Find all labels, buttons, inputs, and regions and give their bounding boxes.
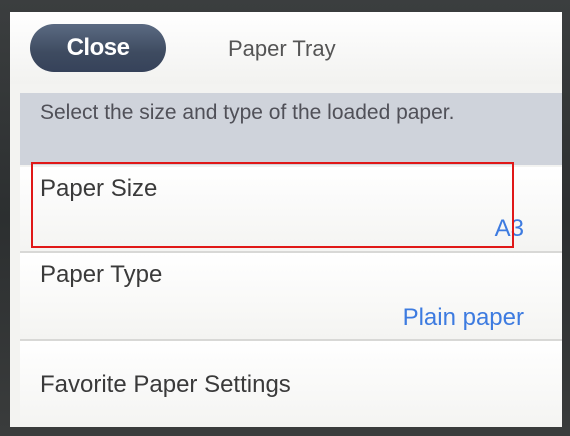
paper-type-value: Plain paper bbox=[402, 304, 524, 331]
paper-type-row[interactable]: Paper Type Plain paper bbox=[20, 253, 562, 339]
favorite-paper-settings-label: Favorite Paper Settings bbox=[40, 371, 291, 398]
header-bar: Close Paper Tray bbox=[10, 12, 562, 84]
instruction-text: Select the size and type of the loaded p… bbox=[40, 101, 455, 124]
close-button[interactable]: Close bbox=[30, 24, 166, 72]
instruction-banner: Select the size and type of the loaded p… bbox=[20, 93, 562, 165]
favorite-paper-settings-row[interactable]: Favorite Paper Settings bbox=[20, 341, 562, 427]
printer-screen: Close Paper Tray Select the size and typ… bbox=[10, 12, 562, 427]
highlight-box bbox=[31, 162, 514, 248]
paper-type-label: Paper Type bbox=[40, 261, 163, 288]
page-title: Paper Tray bbox=[228, 36, 336, 61]
